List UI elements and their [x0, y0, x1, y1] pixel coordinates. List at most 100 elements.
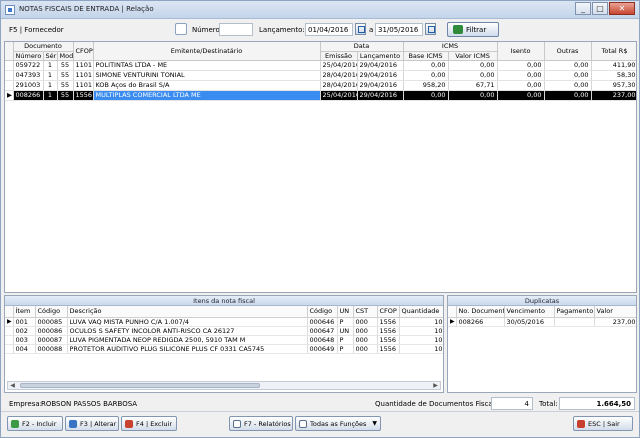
valor-icms-header[interactable]: Valor ICMS [448, 51, 498, 61]
pagamento-header[interactable]: Pagamento [554, 306, 595, 318]
row-indicator [5, 344, 14, 354]
cell-emitente: SIMONE VENTURINI TONIAL [93, 70, 321, 81]
printer-icon [233, 420, 241, 428]
table-row[interactable]: ▶ 008266 30/05/2016 237,00 [448, 317, 636, 327]
excluir-button[interactable]: F4 | Excluir [121, 416, 177, 431]
cell-cfop: 1556 [377, 326, 400, 336]
base-icms-header[interactable]: Base ICMS [403, 51, 449, 61]
cell-cst: 000 [353, 317, 378, 327]
relatorios-button[interactable]: F7 - Relatórios [229, 416, 293, 431]
empresa-value: ROBSON PASSOS BARBOSA [41, 400, 138, 408]
maximize-button[interactable]: □ [592, 2, 608, 15]
lancamento-label: Lançamento: [259, 26, 305, 34]
cell-serie: 1 [43, 60, 58, 71]
cfop-header[interactable]: CFOP [377, 306, 400, 318]
empresa-label: Empresa: [9, 400, 43, 408]
numero-input[interactable] [219, 23, 253, 36]
cell-mod: 55 [57, 70, 74, 81]
cell-cfop: 1556 [73, 90, 94, 101]
notas-grid[interactable]: Documento CFOP Emitente/Destinatário Dat… [4, 41, 637, 293]
cell-descricao: LUVA VAQ MISTA PUNHO C/A 1.007/4 [67, 317, 308, 327]
incluir-button[interactable]: F2 - Incluir [7, 416, 63, 431]
table-row[interactable]: 291003 1 55 1101 KOB Aços do Brasil S/A … [5, 80, 636, 91]
row-indicator [5, 70, 14, 81]
scroll-thumb[interactable] [20, 383, 260, 388]
cell-valor-icms: 0,00 [448, 60, 498, 71]
cell-emissao: 28/04/2016 [320, 70, 358, 81]
table-row[interactable]: ▶ 001 000085 LUVA VAQ MISTA PUNHO C/A 1.… [5, 317, 443, 327]
cell-mod: 55 [57, 80, 74, 91]
table-row-selected[interactable]: ▶ 008266 1 55 1556 MULTIPLAS COMERCIAL L… [5, 90, 636, 101]
cell-descricao: OCULOS S SAFETY INCOLOR ANTI-RISCO CA 26… [67, 326, 308, 336]
cell-serie: 1 [43, 80, 58, 91]
lancamento-header[interactable]: Lançamento [357, 51, 404, 61]
cell-valor-icms: 67,71 [448, 80, 498, 91]
emissao-header[interactable]: Emissão [320, 51, 358, 61]
fornecedor-filter-label[interactable]: F5 | Fornecedor [9, 26, 64, 34]
codigo2-header[interactable]: Código [307, 306, 338, 318]
vencimento-header[interactable]: Vencimento [504, 306, 555, 318]
search-icon[interactable] [175, 23, 187, 35]
cell-quantidade: 10 [399, 326, 443, 336]
item-header[interactable]: Ítem [13, 306, 36, 318]
quantidade-header[interactable]: Quantidade [399, 306, 443, 318]
no-documento-header[interactable]: No. Documento [456, 306, 505, 318]
itens-panel-title: Itens da nota fiscal [5, 296, 443, 306]
todas-funcoes-button[interactable]: Todas as Funções ▼ [295, 416, 381, 431]
codigo-header[interactable]: Código [35, 306, 68, 318]
un-header[interactable]: UN [337, 306, 354, 318]
emitente-header[interactable]: Emitente/Destinatário [93, 42, 321, 61]
table-row[interactable]: 059722 1 55 1101 POLITINTAS LTDA - ME 25… [5, 60, 636, 71]
edit-icon [69, 420, 77, 428]
qtd-documentos-value: 4 [491, 397, 533, 410]
descricao-header[interactable]: Descrição [67, 306, 308, 318]
qtd-documentos-label: Quantidade de Documentos Fiscais: [375, 400, 501, 408]
table-row[interactable]: 003 000087 LUVA PIGMENTADA NEOP REDIGDA … [5, 335, 443, 345]
cfop-header[interactable]: CFOP [73, 42, 94, 61]
itens-horizontal-scrollbar[interactable]: ◀ ▶ [7, 381, 441, 390]
cell-descricao: LUVA PIGMENTADA NEOP REDIGDA 2500, 5910 … [67, 335, 308, 345]
calendar-from-icon[interactable] [355, 23, 366, 35]
title-bar: NOTAS FISCAIS DE ENTRADA | Relação _ □ ✕ [1, 1, 639, 19]
minimize-button[interactable]: _ [575, 2, 591, 15]
cell-codigo2: 000646 [307, 317, 338, 327]
cell-numero: 291003 [13, 80, 44, 91]
table-row[interactable]: 002 000086 OCULOS S SAFETY INCOLOR ANTI-… [5, 326, 443, 336]
cell-codigo2: 000649 [307, 344, 338, 354]
serie-header[interactable]: Sér [43, 51, 58, 61]
cell-numero: 047393 [13, 70, 44, 81]
cell-codigo: 000087 [35, 335, 68, 345]
delete-icon [125, 420, 133, 428]
documento-group-header: Documento [13, 42, 74, 52]
alterar-label: F3 | Alterar [80, 420, 117, 428]
close-button[interactable]: ✕ [609, 2, 635, 15]
table-row[interactable]: 004 000088 PROTETOR AUDITIVO PLUG SILICO… [5, 344, 443, 354]
numero-header[interactable]: Número [13, 51, 44, 61]
filter-button[interactable]: Filtrar [447, 22, 499, 37]
chevron-down-icon: ▼ [372, 420, 377, 427]
calendar-to-icon[interactable] [425, 23, 436, 35]
isento-header[interactable]: Isento [497, 42, 545, 61]
alterar-button[interactable]: F3 | Alterar [65, 416, 119, 431]
date-from-input[interactable]: 01/04/2016 [305, 23, 353, 36]
cell-total: 58,30 [591, 70, 636, 81]
total-header[interactable]: Total R$ [591, 42, 636, 61]
cell-quantidade: 10 [399, 335, 443, 345]
cst-header[interactable]: CST [353, 306, 378, 318]
cell-cfop: 1556 [377, 335, 400, 345]
date-to-input[interactable]: 31/05/2016 [375, 23, 423, 36]
scroll-right-icon[interactable]: ▶ [431, 382, 440, 389]
itens-panel[interactable]: Itens da nota fiscal Ítem Código Descriç… [4, 295, 444, 393]
mod-header[interactable]: Mod [57, 51, 74, 61]
scroll-left-icon[interactable]: ◀ [8, 382, 17, 389]
duplicatas-panel[interactable]: Duplicatas No. Documento Vencimento Paga… [447, 295, 637, 393]
valor-header[interactable]: Valor [594, 306, 636, 318]
current-row-arrow-icon: ▶ [448, 317, 457, 327]
current-row-arrow-icon: ▶ [5, 90, 14, 101]
table-row[interactable]: 047393 1 55 1101 SIMONE VENTURINI TONIAL… [5, 70, 636, 81]
app-icon [5, 5, 15, 15]
sair-button[interactable]: ESC | Sair [573, 416, 633, 431]
outras-header[interactable]: Outras [544, 42, 592, 61]
cell-numero: 008266 [13, 90, 44, 101]
cell-cst: 000 [353, 326, 378, 336]
